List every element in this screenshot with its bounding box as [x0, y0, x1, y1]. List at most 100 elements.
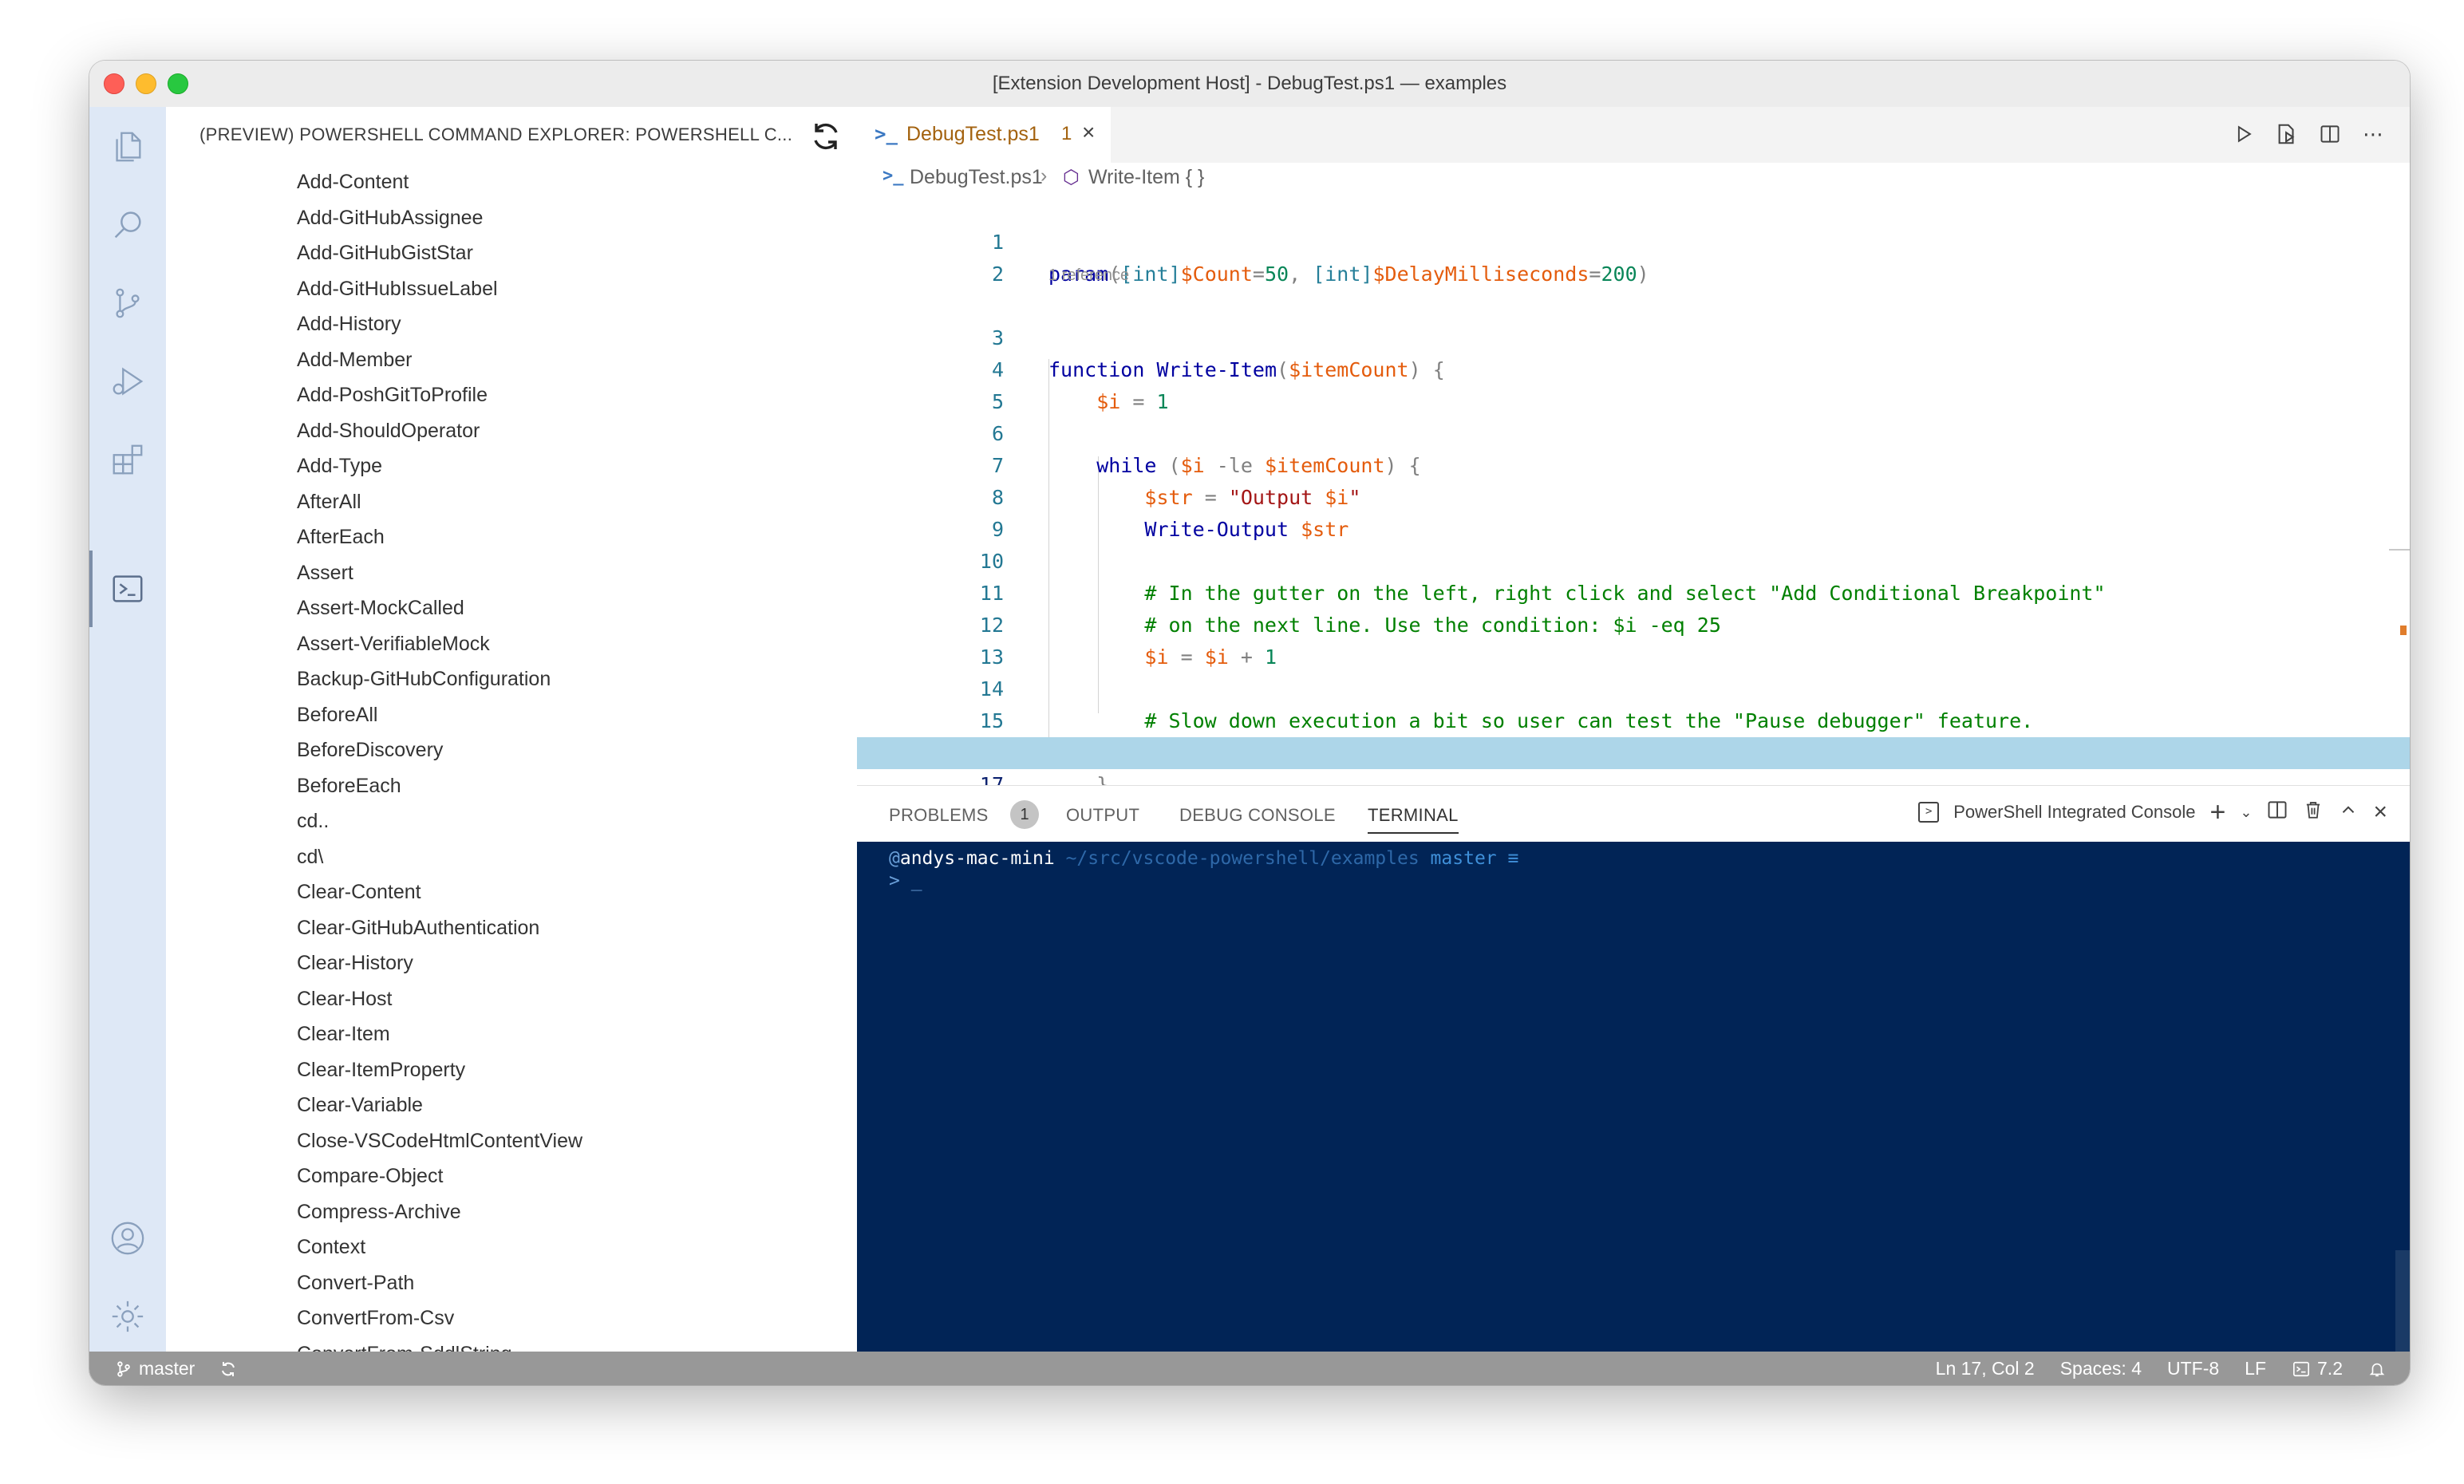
powershell-file-icon: >_: [875, 123, 898, 145]
settings-gear-icon[interactable]: [109, 1297, 147, 1336]
close-panel-icon[interactable]: ×: [2373, 799, 2387, 826]
command-list-item[interactable]: Clear-Host: [166, 981, 857, 1017]
code-line: 13: [857, 610, 2410, 669]
command-list-item[interactable]: Add-GitHubGistStar: [166, 235, 857, 271]
tab-debug-console[interactable]: DEBUG CONSOLE: [1179, 805, 1336, 826]
command-list-item[interactable]: Clear-Variable: [166, 1087, 857, 1123]
command-list-item[interactable]: Backup-GitHubConfiguration: [166, 661, 857, 697]
code-line: 12 $i = $i + 1: [857, 578, 2410, 669]
end-of-line[interactable]: LF: [2245, 1358, 2266, 1379]
command-list-item[interactable]: Add-Member: [166, 342, 857, 378]
editor-tab-bar: >_ DebugTest.ps1 1 × ⋯: [857, 107, 2410, 163]
code-line: 6 while ($i -le $itemCount) {: [857, 386, 2410, 477]
line-number: 2: [991, 262, 1004, 286]
scrollbar-slider[interactable]: [2389, 549, 2410, 551]
command-list-item[interactable]: AfterEach: [166, 519, 857, 555]
command-list-item[interactable]: Add-Type: [166, 448, 857, 484]
command-list-item[interactable]: Clear-Item: [166, 1016, 857, 1052]
command-list-item[interactable]: Add-ShouldOperator: [166, 413, 857, 449]
command-list-item[interactable]: Assert-VerifiableMock: [166, 626, 857, 662]
bell-icon[interactable]: [2368, 1360, 2386, 1378]
files-icon[interactable]: [109, 128, 147, 166]
command-list-item[interactable]: Clear-ItemProperty: [166, 1052, 857, 1088]
powershell-icon[interactable]: [109, 570, 147, 608]
title-bar: [Extension Development Host] - DebugTest…: [89, 61, 2410, 108]
code-line: 11 # on the next line. Use the condition…: [857, 546, 2410, 637]
codelens-references[interactable]: 1 reference: [1048, 266, 1129, 285]
code-editor[interactable]: 1 param([int]$Count=50, [int]$DelayMilli…: [857, 195, 2410, 828]
account-icon[interactable]: [109, 1219, 147, 1257]
more-actions-icon[interactable]: ⋯: [2360, 121, 2386, 147]
command-list-item[interactable]: Add-History: [166, 306, 857, 342]
command-list-item[interactable]: Assert: [166, 555, 857, 591]
trash-icon[interactable]: [2303, 799, 2324, 825]
breadcrumb-symbol[interactable]: Write-Item { }: [1088, 166, 1204, 189]
command-list-item[interactable]: BeforeDiscovery: [166, 732, 857, 768]
code-line: 1 param([int]$Count=50, [int]$DelayMilli…: [857, 195, 2410, 286]
tab-output[interactable]: OUTPUT: [1066, 805, 1139, 826]
tab-terminal[interactable]: TERMINAL: [1368, 805, 1459, 826]
command-list: Add-Content Add-GitHubAssignee Add-GitHubG…: [166, 164, 857, 1352]
terminal-selector[interactable]: PowerShell Integrated Console: [1953, 802, 2195, 823]
command-list-item[interactable]: Compare-Object: [166, 1158, 857, 1194]
command-list-item[interactable]: Compress-Archive: [166, 1194, 857, 1230]
command-list-item[interactable]: BeforeEach: [166, 768, 857, 804]
run-file-icon[interactable]: [2231, 121, 2257, 147]
split-terminal-icon[interactable]: [2266, 799, 2288, 826]
command-list-item[interactable]: cd\: [166, 839, 857, 875]
command-list-item[interactable]: AfterAll: [166, 484, 857, 520]
active-tab-underline: [1368, 832, 1459, 834]
command-list-item[interactable]: Clear-History: [166, 945, 857, 981]
chevron-down-icon[interactable]: ⌄: [2240, 804, 2252, 821]
search-icon[interactable]: [109, 206, 147, 244]
maximize-panel-icon[interactable]: [2338, 799, 2359, 825]
code-line: 14 # Slow down execution a bit so user c…: [857, 641, 2410, 732]
run-debug-icon[interactable]: [109, 362, 147, 401]
code-line: 4 $i = 1: [857, 322, 2410, 413]
command-list-item[interactable]: Clear-Content: [166, 874, 857, 910]
tab-problems[interactable]: PROBLEMS: [889, 805, 989, 826]
command-list-item[interactable]: BeforeAll: [166, 697, 857, 733]
terminal-icon: >: [1918, 802, 1940, 823]
powershell-version[interactable]: 7.2: [2292, 1358, 2343, 1379]
editor-area: >_ DebugTest.ps1 1 × ⋯ >_ DebugTest.ps1 …: [857, 107, 2410, 828]
command-list-item[interactable]: Assert-MockCalled: [166, 590, 857, 626]
breadcrumb: >_ DebugTest.ps1 › ⬡ Write-Item { }: [857, 163, 2410, 193]
command-list-item[interactable]: Add-Content: [166, 164, 857, 200]
command-list-item[interactable]: Add-GitHubIssueLabel: [166, 271, 857, 307]
bottom-panel: PROBLEMS 1 OUTPUT DEBUG CONSOLE TERMINAL…: [857, 785, 2410, 1352]
source-control-icon[interactable]: [109, 284, 147, 322]
command-list-item[interactable]: ConvertFrom-SddlString: [166, 1336, 857, 1352]
code-line: 15 Start-Sleep -Milliseconds $DelayMilli…: [857, 673, 2410, 764]
command-list-item[interactable]: cd..: [166, 803, 857, 839]
command-explorer-sidebar: (PREVIEW) POWERSHELL COMMAND EXPLORER: P…: [166, 107, 857, 1352]
encoding[interactable]: UTF-8: [2167, 1358, 2219, 1379]
command-list-item[interactable]: Add-PoshGitToProfile: [166, 377, 857, 413]
split-editor-icon[interactable]: [2317, 121, 2343, 147]
sync-icon[interactable]: [219, 1360, 238, 1379]
command-list-item[interactable]: Convert-Path: [166, 1265, 857, 1301]
command-list-item[interactable]: Add-GitHubAssignee: [166, 200, 857, 236]
code-line: 10 # In the gutter on the left, right cl…: [857, 514, 2410, 605]
command-list-item[interactable]: Context: [166, 1229, 857, 1265]
code-line: 9: [857, 482, 2410, 541]
terminal[interactable]: @andys-mac-mini ~/src/vscode-powershell/…: [857, 842, 2410, 1352]
new-terminal-icon[interactable]: +: [2210, 799, 2226, 826]
terminal-input-line: > _: [889, 870, 922, 891]
refresh-icon[interactable]: [809, 120, 843, 153]
tab-label: DebugTest.ps1: [906, 123, 1040, 145]
cursor-position[interactable]: Ln 17, Col 2: [1936, 1358, 2035, 1379]
run-selection-icon[interactable]: [2274, 121, 2300, 147]
terminal-scrollbar[interactable]: [2395, 1250, 2410, 1352]
breadcrumb-file[interactable]: DebugTest.ps1: [910, 166, 1043, 189]
extensions-icon[interactable]: [109, 440, 147, 479]
active-view-indicator: [89, 551, 93, 627]
command-list-item[interactable]: Close-VSCodeHtmlContentView: [166, 1123, 857, 1159]
tab-debugtest[interactable]: >_ DebugTest.ps1 1 ×: [857, 107, 1111, 163]
indentation[interactable]: Spaces: 4: [2060, 1358, 2142, 1379]
command-list-item[interactable]: Clear-GitHubAuthentication: [166, 910, 857, 946]
command-list-item[interactable]: ConvertFrom-Csv: [166, 1300, 857, 1336]
powershell-icon: [2293, 1361, 2310, 1376]
close-tab-icon[interactable]: ×: [1082, 120, 1095, 145]
branch-status[interactable]: master: [115, 1358, 195, 1379]
